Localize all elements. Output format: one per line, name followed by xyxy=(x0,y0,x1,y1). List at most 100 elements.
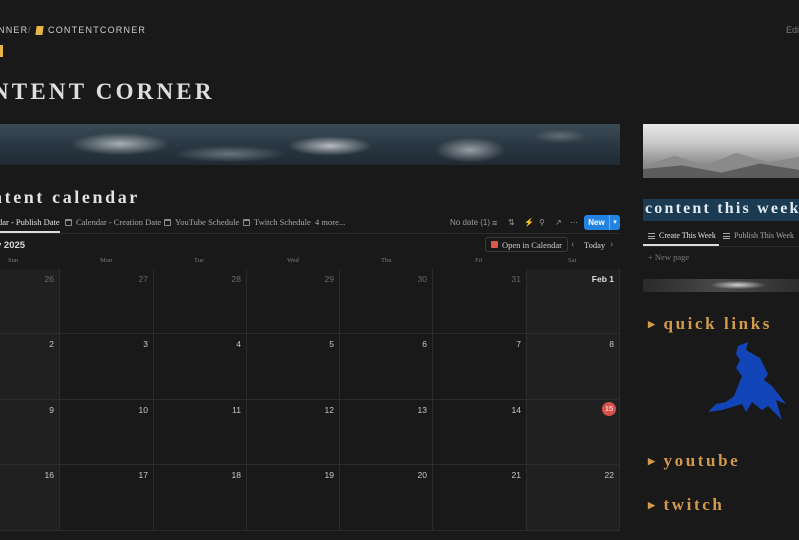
calendar-day-cell[interactable]: 2 xyxy=(0,334,60,400)
tab-label: Publish This Week xyxy=(734,231,794,240)
tab-creation-date[interactable]: Calendar - Creation Date xyxy=(65,217,161,227)
day-number: 18 xyxy=(231,470,241,480)
calendar-day-cell[interactable]: 21 xyxy=(433,465,527,531)
day-number: 22 xyxy=(604,470,614,480)
edit-button[interactable]: Edit xyxy=(786,25,799,35)
tab-label: YouTube Schedule xyxy=(175,217,240,227)
open-in-calendar-button[interactable]: Open in Calendar xyxy=(485,237,568,252)
day-number: 12 xyxy=(324,405,334,415)
youtube-label: youtube xyxy=(663,451,741,470)
page-title: NTENT CORNER xyxy=(0,79,215,104)
calendar-app-icon xyxy=(491,241,498,248)
filter-icon[interactable]: ≡ xyxy=(492,218,497,228)
day-number: 13 xyxy=(417,405,427,415)
day-number: 29 xyxy=(324,274,334,284)
calendar-day-cell[interactable]: 13 xyxy=(340,400,433,465)
calendar-day-cell[interactable]: 7 xyxy=(433,334,527,400)
calendar-grid: 26 27 28 29 30 31 Feb 1 2 3 4 5 6 7 8 9 10 11 12 13 14 15 16 1… xyxy=(0,269,620,531)
calendar-day-cell[interactable]: 11 xyxy=(154,400,247,465)
calendar-day-cell[interactable]: 15 xyxy=(527,400,620,465)
calendar-icon xyxy=(65,218,72,226)
tab-youtube-schedule[interactable]: YouTube Schedule xyxy=(164,217,239,227)
day-number: 4 xyxy=(236,339,241,349)
divider xyxy=(643,246,799,247)
day-number: 14 xyxy=(511,405,521,415)
week-heading-banner: content this week xyxy=(643,199,799,221)
calendar-day-cell[interactable]: 12 xyxy=(247,400,340,465)
calendar-day-cell[interactable]: 26 xyxy=(0,269,60,334)
tab-publish-date[interactable]: dar - Publish Date xyxy=(0,217,60,227)
quick-links-toggle[interactable]: ▶ quick links xyxy=(648,314,772,334)
calendar-day-cell[interactable]: 10 xyxy=(60,400,154,465)
page-icon-small xyxy=(35,26,44,35)
toggle-arrow-icon: ▶ xyxy=(648,500,658,510)
day-number: 17 xyxy=(138,470,148,480)
calendar-day-cell[interactable]: 16 xyxy=(0,465,60,531)
chevron-right-icon[interactable]: › xyxy=(610,239,613,250)
more-views-button[interactable]: 4 more... xyxy=(315,217,345,227)
day-number: Feb 1 xyxy=(591,274,614,284)
day-number: 30 xyxy=(417,274,427,284)
day-number: 9 xyxy=(49,405,54,415)
breadcrumb-current[interactable]: CONTENTCORNER xyxy=(48,25,146,35)
calendar-day-cell[interactable]: 28 xyxy=(154,269,247,334)
calendar-day-cell[interactable]: 14 xyxy=(433,400,527,465)
automation-icon[interactable]: ⚡ xyxy=(524,218,534,227)
calendar-day-cell[interactable]: 9 xyxy=(0,400,60,465)
day-number: 27 xyxy=(138,274,148,284)
calendar-day-cell[interactable]: 3 xyxy=(60,334,154,400)
calendar-day-cell[interactable]: 20 xyxy=(340,465,433,531)
sort-icon[interactable]: ⇅ xyxy=(508,218,515,227)
twitch-label: twitch xyxy=(663,495,725,514)
calendar-day-cell[interactable]: 27 xyxy=(60,269,154,334)
day-number: 11 xyxy=(232,405,241,415)
tab-label: 4 more... xyxy=(315,217,346,227)
calendar-day-cell[interactable]: 19 xyxy=(247,465,340,531)
day-number: 21 xyxy=(511,470,521,480)
calendar-day-cell[interactable]: 8 xyxy=(527,334,620,400)
calendar-day-cell[interactable]: 29 xyxy=(247,269,340,334)
open-in-calendar-label: Open in Calendar xyxy=(502,239,562,250)
list-icon xyxy=(648,232,655,239)
calendar-day-cell[interactable]: 17 xyxy=(60,465,154,531)
calendar-day-cell[interactable]: 18 xyxy=(154,465,247,531)
tab-twitch-schedule[interactable]: Twitch Schedule xyxy=(243,217,311,227)
weekday-label: Wed xyxy=(287,257,299,264)
chevron-left-icon[interactable]: ‹ xyxy=(571,239,574,250)
day-number: 10 xyxy=(138,405,148,415)
sidebar-view-tabs: Create This Week Publish This Week xyxy=(643,228,799,246)
today-button[interactable]: Today xyxy=(584,240,605,250)
day-number: 2 xyxy=(49,339,54,349)
calendar-day-cell[interactable]: 4 xyxy=(154,334,247,400)
calendar-day-cell[interactable]: 30 xyxy=(340,269,433,334)
no-date-button[interactable]: No date (1) xyxy=(450,218,490,227)
calendar-day-cell[interactable]: 6 xyxy=(340,334,433,400)
divider xyxy=(0,233,620,234)
day-number: 20 xyxy=(417,470,427,480)
page-icon[interactable] xyxy=(0,45,3,57)
calendar-day-cell[interactable]: Feb 1 xyxy=(527,269,620,334)
new-button[interactable]: New ▾ xyxy=(584,215,620,230)
calendar-day-cell[interactable]: 5 xyxy=(247,334,340,400)
tab-label: Calendar - Creation Date xyxy=(76,217,162,227)
search-icon[interactable]: ⚲ xyxy=(539,218,545,227)
calendar-day-cell[interactable]: 31 xyxy=(433,269,527,334)
more-options-icon[interactable]: ⋯ xyxy=(570,218,578,227)
day-number: 3 xyxy=(143,339,148,349)
calendar-day-cell[interactable]: 22 xyxy=(527,465,620,531)
expand-icon[interactable]: ↗ xyxy=(555,218,562,227)
chevron-down-icon[interactable]: ▾ xyxy=(609,215,620,230)
new-page-button[interactable]: + New page xyxy=(648,252,689,262)
dragon-icon[interactable] xyxy=(702,340,792,430)
weekday-label: Tue xyxy=(194,257,204,264)
weekday-label: Sun xyxy=(8,257,19,264)
breadcrumb-separator: / xyxy=(28,25,32,35)
day-number: 28 xyxy=(231,274,241,284)
day-number: 6 xyxy=(422,339,427,349)
tab-publish-this-week[interactable]: Publish This Week xyxy=(723,231,794,240)
day-number: 7 xyxy=(516,339,521,349)
youtube-toggle[interactable]: ▶ youtube xyxy=(648,451,740,471)
breadcrumb-parent[interactable]: NNER xyxy=(0,25,28,35)
tab-create-this-week[interactable]: Create This Week xyxy=(648,231,716,240)
twitch-toggle[interactable]: ▶ twitch xyxy=(648,495,724,515)
